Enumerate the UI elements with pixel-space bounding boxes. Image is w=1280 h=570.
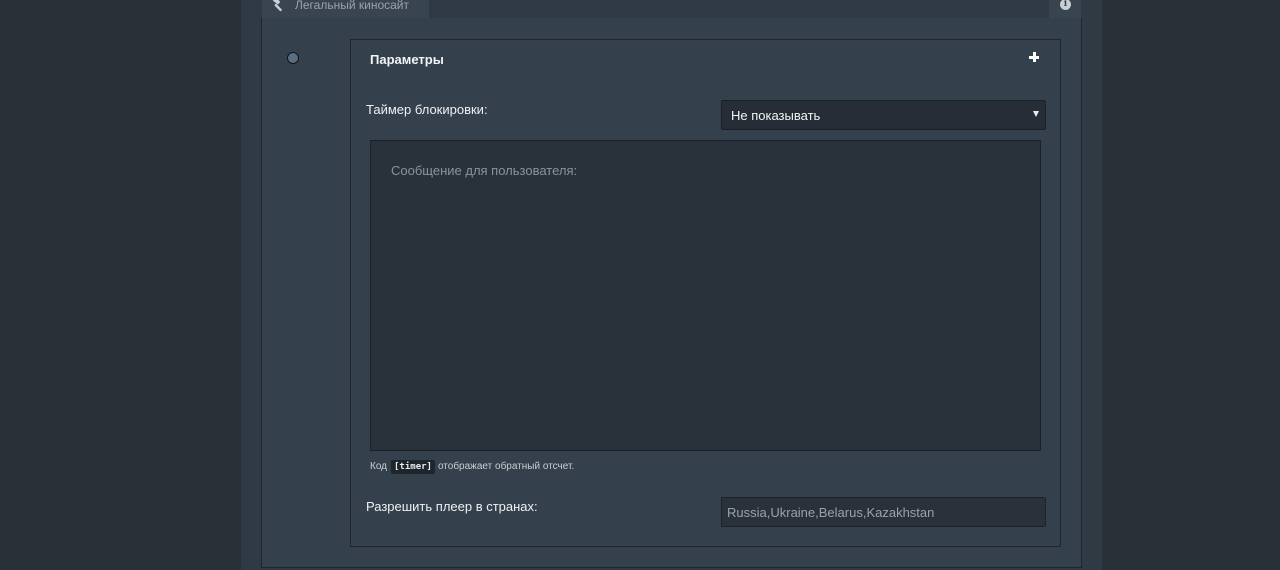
hammer-icon bbox=[272, 0, 282, 12]
user-message-placeholder: Сообщение для пользователя: bbox=[391, 163, 578, 178]
radio-indicator[interactable] bbox=[287, 52, 299, 64]
info-icon: i bbox=[1060, 0, 1071, 10]
hint-code: [timer] bbox=[391, 460, 435, 474]
info-button[interactable]: i bbox=[1049, 0, 1081, 18]
hint-prefix: Код bbox=[370, 461, 388, 472]
user-message-textarea[interactable]: Сообщение для пользователя: bbox=[370, 140, 1041, 451]
plus-icon[interactable] bbox=[1029, 52, 1040, 63]
allowed-countries-input[interactable]: Russia,Ukraine,Belarus,Kazakhstan bbox=[721, 497, 1046, 527]
chevron-down-icon bbox=[1033, 111, 1039, 117]
timer-hint: Код [timer] отображает обратный отсчет. bbox=[370, 460, 574, 474]
params-title: Параметры bbox=[370, 52, 444, 67]
tab-title-label: Легальный киносайт bbox=[295, 0, 410, 12]
block-timer-selected-value: Не показывать bbox=[731, 108, 821, 123]
tab-legal-cinema[interactable]: Легальный киносайт bbox=[262, 0, 429, 18]
allowed-countries-label: Разрешить плеер в странах: bbox=[366, 499, 538, 514]
block-timer-select[interactable]: Не показывать bbox=[721, 100, 1046, 130]
block-timer-label: Таймер блокировки: bbox=[366, 102, 488, 117]
hint-suffix: отображает обратный отсчет. bbox=[437, 461, 575, 472]
allowed-countries-value: Russia,Ukraine,Belarus,Kazakhstan bbox=[727, 505, 935, 520]
